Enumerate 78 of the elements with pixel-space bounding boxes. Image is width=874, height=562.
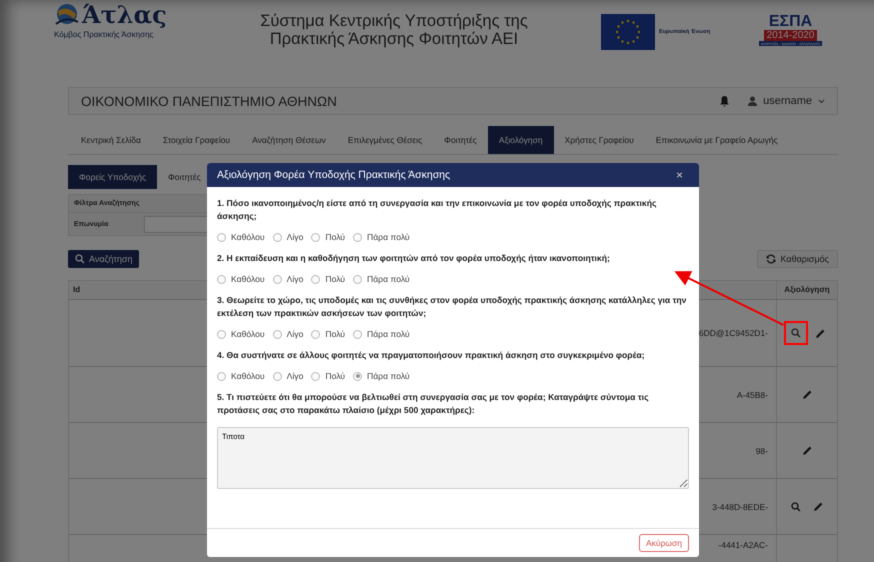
cancel-button[interactable]: Ακύρωση: [638, 534, 689, 552]
option-label: Καθόλου: [231, 371, 265, 381]
question-text: 3. Θεωρείτε το χώρο, τις υποδομές και τις συνθήκες στον φορέα υποδοχής πρακτικής άσκησης κατάλληλες για την εκτέλεση των πρακτικών ασκήσεων των φοιτητών;: [217, 294, 688, 320]
search-icon: [790, 502, 800, 512]
view-button[interactable]: [786, 323, 806, 343]
option-label: Πάρα πολύ: [367, 329, 410, 339]
institution-name: ΟΙΚΟΝΟΜΙΚΟ ΠΑΝΕΠΙΣΤΗΜΙΟ ΑΘΗΝΩΝ: [81, 94, 338, 108]
option-label: Πάρα πολύ: [367, 232, 410, 242]
radio-button[interactable]: [311, 274, 320, 284]
radio-button[interactable]: [217, 372, 226, 380]
option-label: Λίγο: [286, 232, 304, 242]
clear-button[interactable]: Καθαρισμός: [757, 250, 838, 268]
pencil-icon: [814, 328, 826, 338]
radio-button[interactable]: [217, 232, 226, 242]
radio-button[interactable]: [353, 232, 362, 242]
username[interactable]: username: [763, 95, 812, 107]
nav-tab[interactable]: Στοιχεία Γραφείου: [152, 126, 242, 154]
caret-icon[interactable]: [818, 98, 825, 104]
refresh-icon: [766, 254, 776, 264]
option-label: Καθόλου: [231, 274, 265, 284]
nav-tab[interactable]: Χρήστες Γραφείου: [554, 126, 645, 154]
dialog-title: Αξιολόγηση Φορέα Υποδοχής Πρακτικής Άσκησης: [217, 169, 450, 181]
radio-button[interactable]: [353, 372, 362, 380]
sub-tab[interactable]: Φοιτητές: [156, 165, 212, 189]
pencil-icon: [812, 501, 824, 512]
nav-tab[interactable]: Επιλεγμένες Θέσεις: [336, 126, 434, 154]
radio-button[interactable]: [272, 330, 282, 338]
option-label: Πολύ: [325, 329, 345, 339]
option-label: Λίγο: [286, 371, 304, 381]
radio-button[interactable]: [272, 372, 282, 380]
radio-button[interactable]: [353, 330, 362, 338]
option-label: Πάρα πολύ: [367, 371, 410, 381]
option-label: Πολύ: [325, 371, 345, 381]
nav-tab[interactable]: Κεντρική Σελίδα: [70, 126, 152, 154]
table-cell: -4441-A2AC-: [718, 540, 768, 550]
eu-flag-icon: [601, 14, 655, 50]
table-cell: 98-: [756, 446, 768, 456]
nav-tab[interactable]: Φοιτητές: [433, 126, 488, 154]
nav-tab[interactable]: Αξιολόγηση: [488, 126, 554, 154]
radio-button[interactable]: [311, 372, 320, 380]
radio-button[interactable]: [217, 330, 226, 338]
user-icon: [748, 96, 758, 106]
logo-subtitle: Κόμβος Πρακτικής Άσκησης: [54, 30, 154, 39]
sub-tab[interactable]: Φορείς Υποδοχής: [68, 165, 157, 189]
espa-logo-text: ΕΣΠΑ: [768, 14, 812, 30]
option-label: Καθόλου: [231, 232, 265, 242]
nav-tab[interactable]: Αναζήτηση Θέσεων: [241, 126, 337, 154]
pencil-icon: [802, 445, 812, 456]
option-label: Λίγο: [286, 329, 304, 339]
radio-button[interactable]: [272, 274, 282, 284]
column-header: Αξιολόγηση: [776, 281, 837, 299]
column-header: Id: [73, 285, 80, 294]
radio-button[interactable]: [353, 274, 362, 284]
close-button[interactable]: ×: [670, 167, 689, 183]
pencil-icon: [802, 389, 812, 400]
nav-tab[interactable]: Επικοινωνία με Γραφείο Αρωγής: [644, 126, 789, 154]
option-label: Λίγο: [286, 274, 304, 284]
question-text: 2. Η εκπαίδευση και η καθοδήγηση των φοιτητών από τον φορέα υποδοχής ήταν ικανοποιητική;: [217, 252, 611, 265]
bell-icon[interactable]: [719, 95, 730, 107]
question-text: 4. Θα συστήνατε σε άλλους φοιτητές να πραγματοποιήσουν πρακτική άσκηση στο συγκεκριμένο φορέα;: [217, 349, 646, 362]
radio-button[interactable]: [217, 274, 226, 284]
search-icon: [790, 328, 800, 338]
table-cell: 6DD@1C9452D1-: [698, 328, 768, 338]
question-text: 5. Τι πιστεύετε ότι θα μπορούσε να βελτιωθεί στη συνεργασία σας με τον φορέα; Καταγράψτε σύντομα τις προτάσεις σας στο παρακάτω πλαίσιο (μέχρι 500 χαρακτήρες):: [217, 391, 650, 417]
search-icon: [75, 254, 85, 264]
table-cell: 3-448D-8EDE-: [712, 502, 768, 512]
radio-button[interactable]: [311, 232, 320, 242]
logo-text: Άτλας: [82, 0, 167, 30]
option-label: Πολύ: [325, 274, 345, 284]
radio-button[interactable]: [272, 232, 282, 242]
site-title: Σύστημα Κεντρικής Υποστήριξης της Πρακτικής Άσκησης Φοιτητών ΑΕΙ: [259, 11, 529, 48]
option-label: Πολύ: [325, 232, 345, 242]
option-label: Καθόλου: [231, 329, 265, 339]
radio-button[interactable]: [311, 330, 320, 338]
option-label: Πάρα πολύ: [367, 274, 410, 284]
search-button[interactable]: Αναζήτηση: [68, 250, 140, 268]
espa-years: 2014-2020: [764, 30, 818, 41]
table-cell: A-45B8-: [736, 390, 768, 400]
